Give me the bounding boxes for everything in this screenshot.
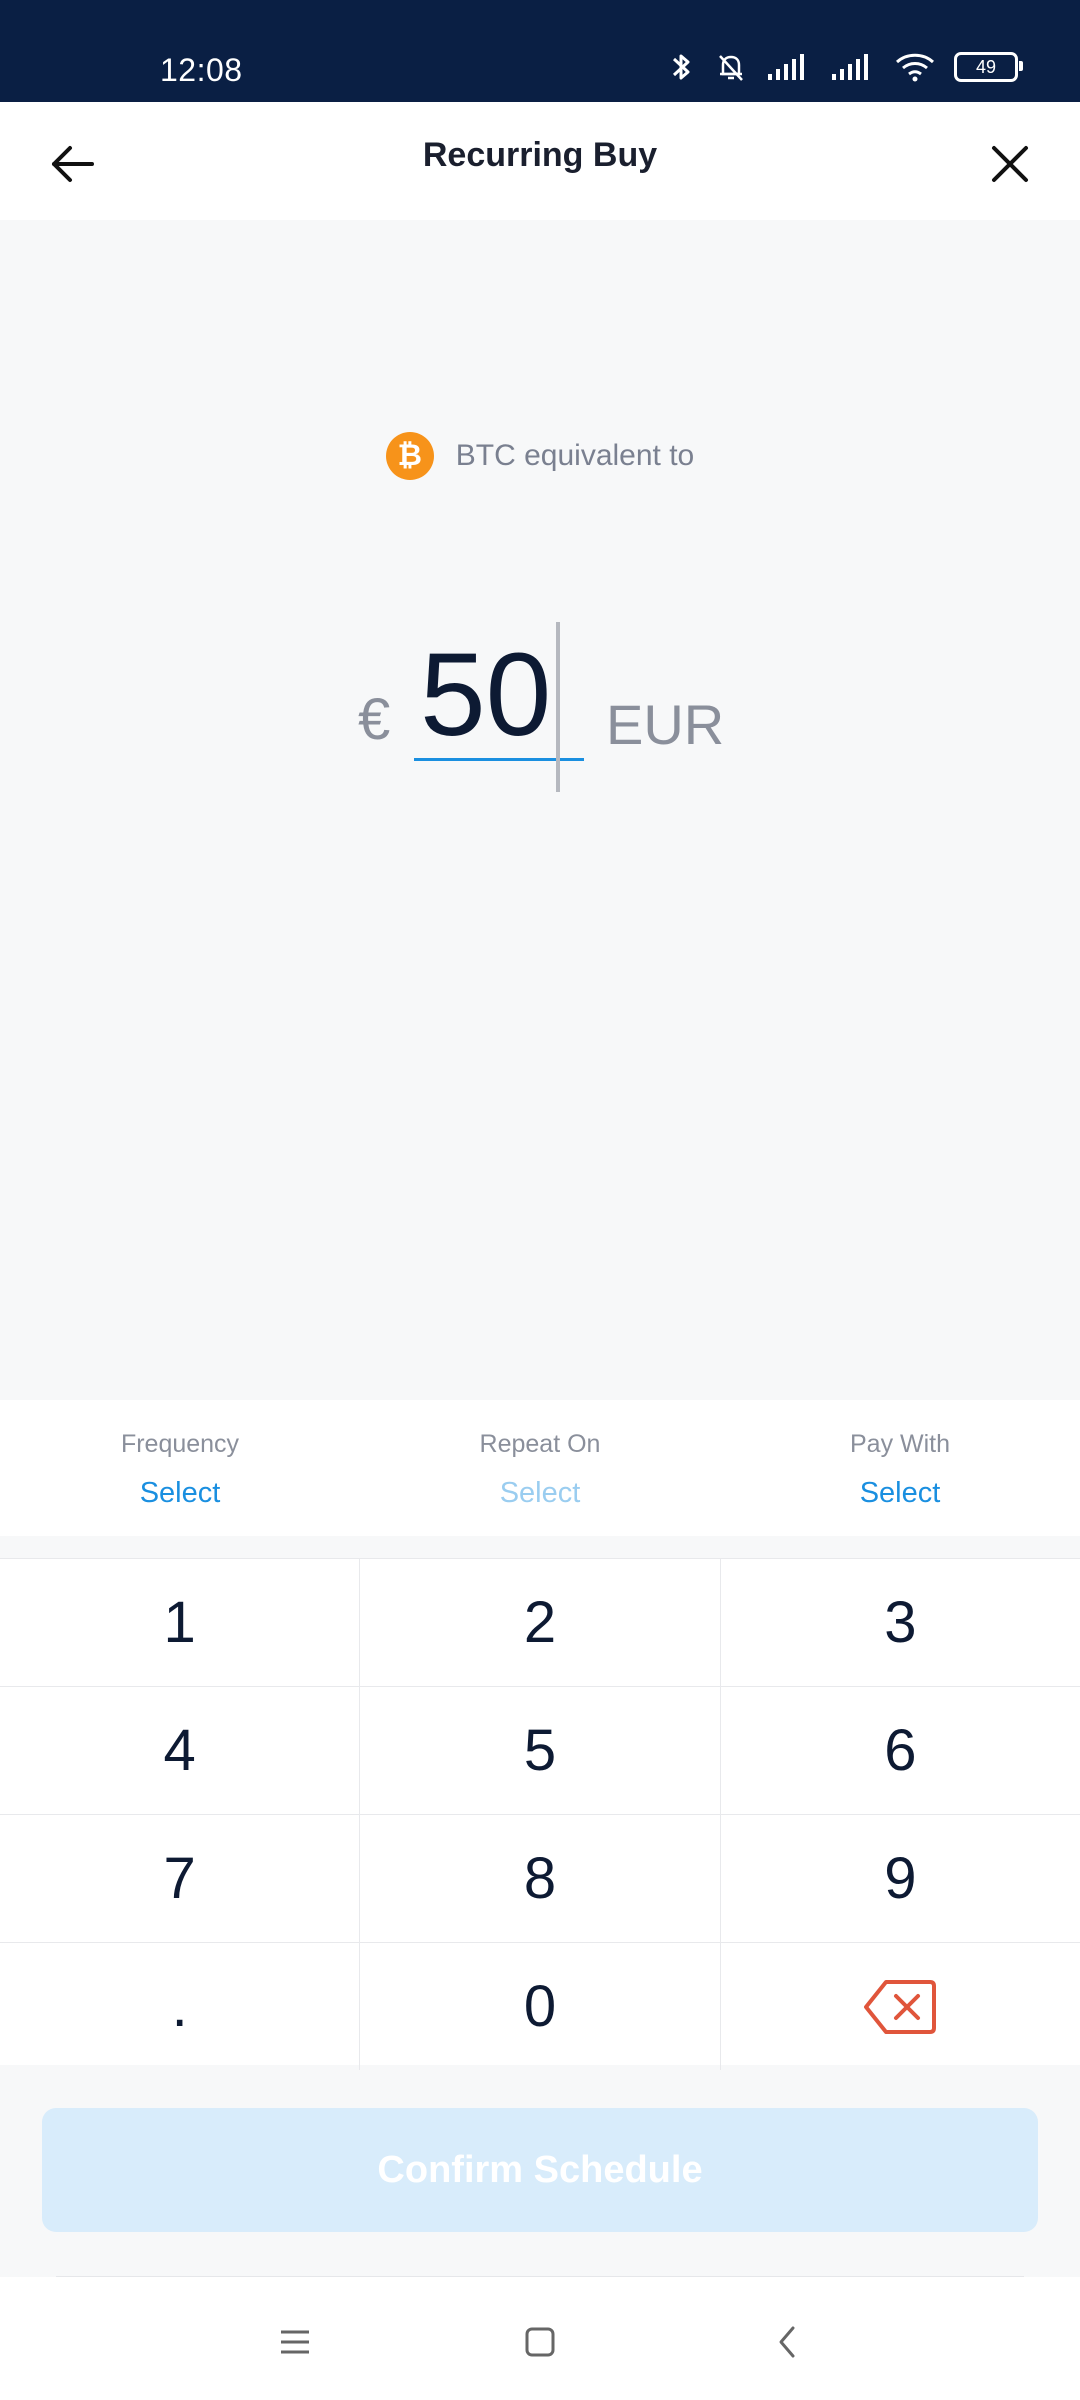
key-1[interactable]: 1 [0, 1559, 359, 1686]
frequency-label: Frequency [120, 1430, 240, 1458]
amount-panel: ₿ BTC equivalent to € 50 EUR [0, 220, 1080, 1400]
system-nav-bar [0, 2277, 1080, 2400]
battery-icon: 49 [954, 52, 1023, 82]
signal-icon [768, 54, 804, 80]
amount-input[interactable]: 50 [414, 622, 584, 792]
key-7[interactable]: 7 [0, 1815, 359, 1942]
pay-with-label: Pay With [849, 1430, 951, 1458]
asset-label: BTC equivalent to [455, 439, 695, 472]
key-4[interactable]: 4 [0, 1687, 359, 1814]
asset-selector[interactable]: ₿ BTC equivalent to [0, 432, 1080, 480]
numeric-keypad: 1 2 3 4 5 6 7 8 9 . 0 [0, 1558, 1080, 2070]
signal-icon-2 [832, 54, 868, 80]
confirm-schedule-button[interactable]: Confirm Schedule [42, 2108, 1038, 2232]
amount-value: 50 [420, 629, 552, 761]
chevron-left-icon [779, 2326, 795, 2358]
nav-home-button[interactable] [515, 2317, 565, 2367]
repeat-on-select[interactable]: Select [500, 1477, 581, 1510]
keypad-row: 4 5 6 [0, 1686, 1080, 1814]
repeat-on-option[interactable]: Repeat On Select [360, 1400, 720, 1536]
header: Recurring Buy [0, 102, 1080, 220]
currency-symbol: € [358, 687, 391, 752]
nav-back-button[interactable] [762, 2317, 812, 2367]
bell-off-icon [719, 55, 743, 81]
key-6[interactable]: 6 [719, 1687, 1080, 1814]
home-icon [525, 2327, 555, 2357]
pay-with-select[interactable]: Select [860, 1477, 941, 1510]
wifi-icon [895, 53, 935, 82]
key-9[interactable]: 9 [719, 1815, 1080, 1942]
status-bar: 12:08 49 [0, 0, 1080, 102]
backspace-icon [864, 1979, 937, 2034]
close-button[interactable] [978, 132, 1042, 196]
repeat-on-label: Repeat On [479, 1430, 601, 1458]
backspace-key[interactable] [719, 1943, 1080, 2070]
key-8[interactable]: 8 [359, 1815, 719, 1942]
status-icons: 49 [668, 50, 1023, 84]
key-3[interactable]: 3 [719, 1559, 1080, 1686]
close-icon [992, 146, 1028, 182]
bluetooth-icon [672, 54, 690, 80]
pay-with-option[interactable]: Pay With Select [720, 1400, 1080, 1536]
key-2[interactable]: 2 [359, 1559, 719, 1686]
frequency-select[interactable]: Select [140, 1477, 221, 1510]
status-time: 12:08 [160, 52, 243, 88]
key-decimal[interactable]: . [0, 1943, 359, 2070]
keypad-row: 7 8 9 [0, 1814, 1080, 1942]
key-0[interactable]: 0 [359, 1943, 719, 2070]
amount-row: € 50 EUR [0, 600, 1080, 792]
text-cursor [556, 622, 560, 792]
menu-icon [281, 2330, 309, 2354]
page-title: Recurring Buy [422, 136, 658, 174]
frequency-option[interactable]: Frequency Select [0, 1400, 360, 1536]
keypad-row: 1 2 3 [0, 1559, 1080, 1686]
nav-menu-button[interactable] [270, 2317, 320, 2367]
schedule-options: Frequency Select Repeat On Select Pay Wi… [0, 1400, 1080, 1536]
keypad-row: . 0 [0, 1942, 1080, 2070]
key-5[interactable]: 5 [359, 1687, 719, 1814]
bitcoin-icon: ₿ [385, 432, 434, 480]
battery-level: 49 [975, 56, 997, 77]
currency-code: EUR [606, 693, 725, 756]
